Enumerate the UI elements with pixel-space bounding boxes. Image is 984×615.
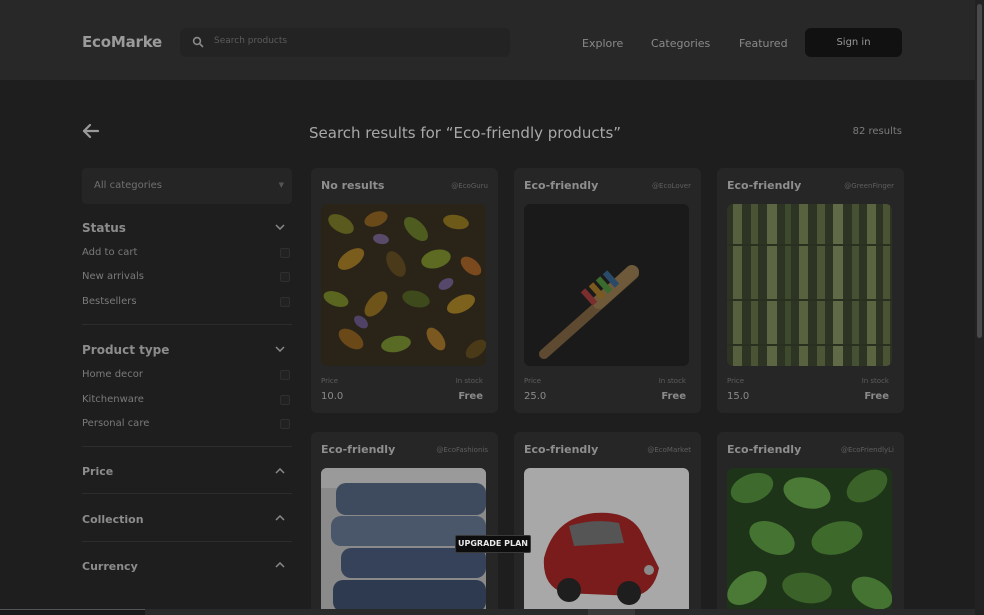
card-user[interactable]: @EcoFashionis	[436, 446, 488, 454]
search-icon	[192, 36, 204, 48]
chevron-up-icon[interactable]	[275, 562, 285, 568]
bottom-bar-segment	[588, 609, 635, 615]
checkbox-personal-care[interactable]	[280, 419, 290, 429]
shipping-value: Free	[864, 391, 889, 402]
chevron-up-icon[interactable]	[275, 515, 285, 521]
checkbox-new-arrivals[interactable]	[280, 272, 290, 282]
filter-price-title[interactable]: Price	[82, 465, 113, 478]
product-card[interactable]: Eco-friendly @EcoFashionis	[311, 432, 498, 615]
shipping-value: Free	[458, 391, 483, 402]
divider	[82, 446, 292, 447]
filter-product-type-title[interactable]: Product type	[82, 343, 169, 357]
back-arrow-icon[interactable]	[82, 123, 100, 139]
shipping-value: Free	[661, 391, 686, 402]
card-title: Eco-friendly	[524, 179, 599, 192]
product-card[interactable]: Eco-friendly @EcoLover Price In stock 25…	[514, 168, 701, 413]
card-user[interactable]: @EcoGuru	[451, 182, 488, 190]
stock-status: In stock	[658, 377, 686, 385]
filter-status-title[interactable]: Status	[82, 221, 126, 235]
filter-collection-title[interactable]: Collection	[82, 513, 144, 526]
product-image-bamboo-forest[interactable]	[727, 204, 892, 366]
price-value: 25.0	[524, 391, 547, 402]
top-nav: EcoMarke Search products Explore Categor…	[0, 0, 975, 80]
product-card[interactable]: Eco-friendly @EcoFriendlyLi	[717, 432, 904, 615]
price-label: Price	[727, 377, 745, 385]
option-bestsellers: Bestsellers	[82, 296, 137, 307]
sign-in-button[interactable]: Sign in	[805, 28, 902, 57]
results-count: 82 results	[852, 126, 902, 137]
chevron-down-icon[interactable]	[275, 346, 285, 352]
nav-featured[interactable]: Featured	[739, 37, 788, 50]
page: EcoMarke Search products Explore Categor…	[0, 0, 984, 615]
option-home-decor: Home decor	[82, 369, 143, 380]
card-user[interactable]: @EcoMarket	[647, 446, 691, 454]
stock-status: In stock	[861, 377, 889, 385]
nav-categories[interactable]: Categories	[651, 37, 710, 50]
results-title: Search results for “Eco-friendly product…	[309, 124, 622, 142]
checkbox-add-to-cart[interactable]	[280, 248, 290, 258]
nav-explore[interactable]: Explore	[582, 37, 623, 50]
category-select[interactable]: All categories ▼	[82, 168, 292, 204]
stock-status: In stock	[455, 377, 483, 385]
card-user[interactable]: @EcoLover	[652, 182, 691, 190]
divider	[82, 541, 292, 542]
logo[interactable]: EcoMarke	[82, 33, 162, 51]
product-card[interactable]: Eco-friendly @GreenFinger Price In stock…	[717, 168, 904, 413]
product-card[interactable]: Eco-friendly @EcoMarket	[514, 432, 701, 615]
filter-currency-title[interactable]: Currency	[82, 560, 138, 573]
card-user[interactable]: @EcoFriendlyLi	[841, 446, 894, 454]
card-title: Eco-friendly	[727, 443, 802, 456]
card-title: No results	[321, 179, 385, 192]
product-card[interactable]: No results @EcoGuru Price In stock 10.0 …	[311, 168, 498, 413]
option-add-to-cart: Add to cart	[82, 247, 138, 258]
price-label: Price	[524, 377, 542, 385]
option-kitchenware: Kitchenware	[82, 394, 144, 405]
search-placeholder: Search products	[214, 36, 288, 46]
checkbox-kitchenware[interactable]	[280, 395, 290, 405]
checkbox-home-decor[interactable]	[280, 370, 290, 380]
chevron-down-icon: ▼	[278, 181, 284, 189]
price-value: 10.0	[321, 391, 344, 402]
card-title: Eco-friendly	[524, 443, 599, 456]
checkbox-bestsellers[interactable]	[280, 297, 290, 307]
product-image-mint-leaves[interactable]	[727, 468, 892, 615]
product-image-autumn-leaves[interactable]	[321, 204, 486, 366]
card-title: Eco-friendly	[727, 179, 802, 192]
card-title: Eco-friendly	[321, 443, 396, 456]
option-personal-care: Personal care	[82, 418, 150, 429]
divider	[82, 324, 292, 325]
scrollbar-thumb[interactable]	[977, 4, 982, 338]
chevron-down-icon[interactable]	[275, 224, 285, 230]
product-image-red-toy-car[interactable]	[524, 468, 689, 615]
search-input[interactable]: Search products	[180, 28, 510, 57]
price-label: Price	[321, 377, 339, 385]
category-select-value: All categories	[94, 180, 162, 191]
option-new-arrivals: New arrivals	[82, 271, 144, 282]
price-value: 15.0	[727, 391, 750, 402]
card-user[interactable]: @GreenFinger	[844, 182, 894, 190]
scrollbar[interactable]	[975, 0, 984, 615]
product-image-bamboo-toothbrush[interactable]	[524, 204, 689, 366]
bottom-bar	[0, 609, 975, 615]
bottom-bar-segment	[0, 609, 145, 615]
chevron-up-icon[interactable]	[275, 468, 285, 474]
upgrade-plan-tooltip[interactable]: UPGRADE PLAN	[455, 535, 531, 553]
divider	[82, 493, 292, 494]
